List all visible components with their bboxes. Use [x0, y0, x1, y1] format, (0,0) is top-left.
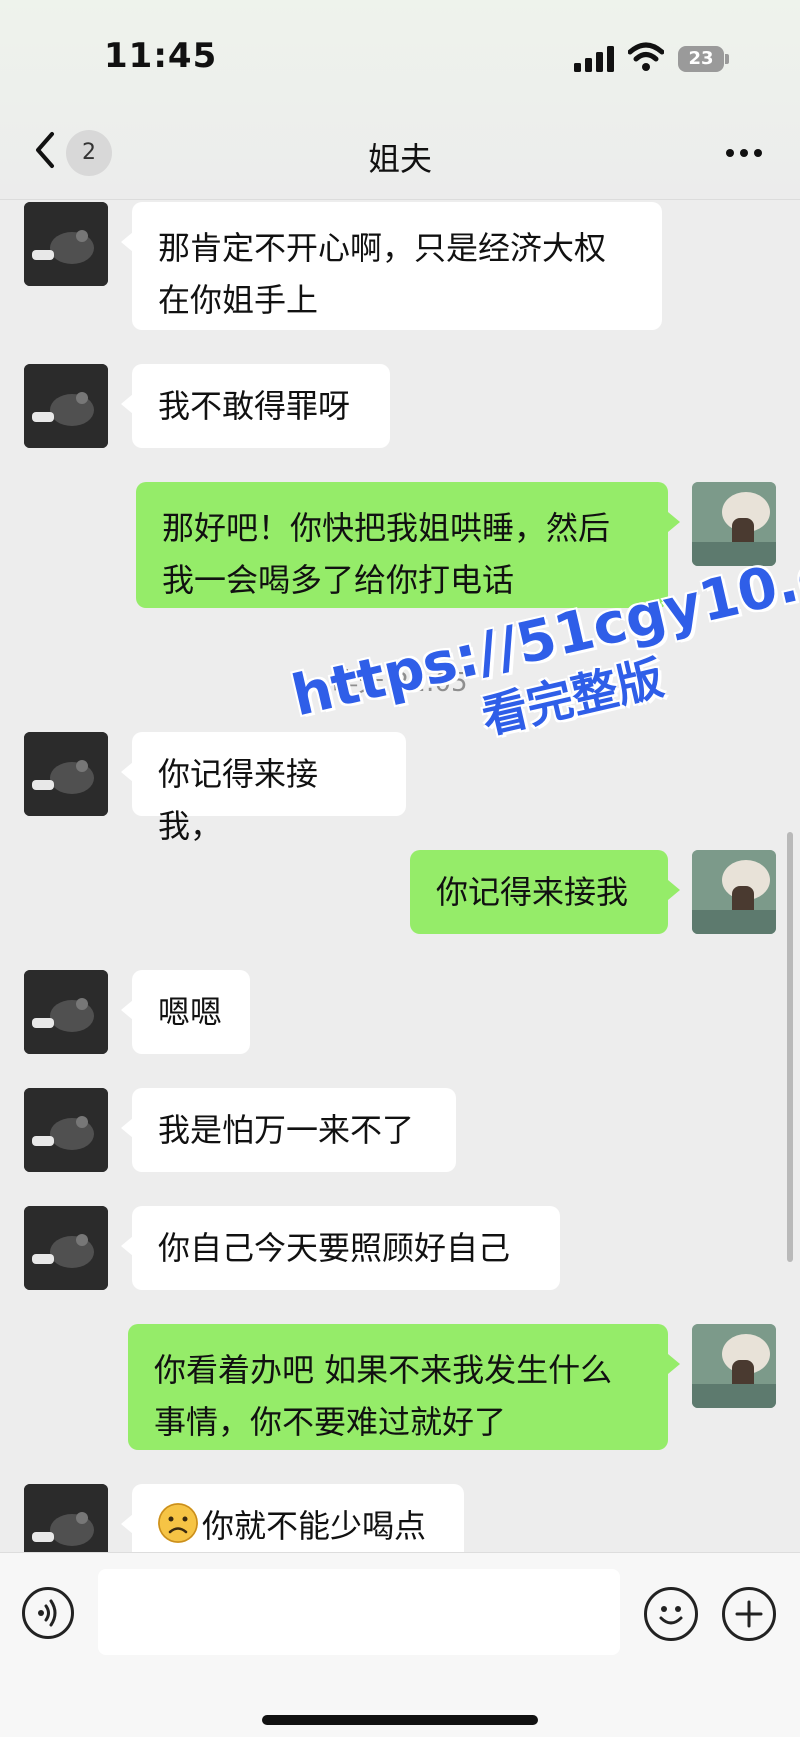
message-line: 你记得来接我，	[158, 755, 319, 845]
plus-icon[interactable]	[722, 1587, 776, 1641]
bubble-tail	[668, 512, 680, 532]
battery-icon: 23	[678, 46, 730, 72]
avatar[interactable]	[692, 1324, 776, 1408]
avatar[interactable]	[24, 732, 108, 816]
avatar[interactable]	[692, 482, 776, 566]
message-line: 那好吧！你快把我姐哄睡，然后	[162, 509, 611, 547]
avatar[interactable]	[24, 1088, 108, 1172]
message-input[interactable]	[98, 1569, 620, 1655]
wifi-icon	[628, 42, 664, 71]
message-bubble[interactable]: 你看着办吧 如果不来我发生什么 事情，你不要难过就好了	[128, 1324, 668, 1450]
header-divider	[0, 199, 800, 200]
battery-level: 23	[688, 48, 714, 69]
home-indicator[interactable]	[262, 1715, 538, 1725]
sad-face-icon	[158, 1503, 198, 1543]
message-line: 嗯嗯	[158, 993, 223, 1031]
chat-title: 姐夫	[367, 140, 432, 178]
message-bubble[interactable]: 嗯嗯	[132, 970, 250, 1054]
message-bubble[interactable]: 那肯定不开心啊，只是经济大权 在你姐手上	[132, 202, 662, 330]
input-bar	[0, 1552, 800, 1737]
avatar[interactable]	[24, 202, 108, 286]
message-line: 你记得来接我	[436, 873, 629, 911]
bubble-tail	[668, 1354, 680, 1374]
message-line: 你看着办吧 如果不来我发生什么	[154, 1351, 613, 1389]
message-line: 你自己今天要照顾好自己	[158, 1229, 511, 1267]
avatar[interactable]	[692, 850, 776, 934]
message-line: 我不敢得罪呀	[158, 387, 351, 425]
status-time: 11:45	[104, 36, 218, 76]
voice-icon[interactable]	[22, 1587, 74, 1639]
message-line: 在你姐手上	[158, 281, 319, 319]
scrollbar[interactable]	[787, 832, 793, 1262]
message-bubble[interactable]: 你自己今天要照顾好自己	[132, 1206, 560, 1290]
message-bubble[interactable]: 你记得来接我，	[132, 732, 406, 845]
signal-icon	[574, 46, 614, 72]
message-line: 我一会喝多了给你打电话	[162, 561, 515, 599]
avatar[interactable]	[24, 970, 108, 1054]
message-line: 你就不能少喝点	[202, 1507, 427, 1545]
message-bubble[interactable]: 我是怕万一来不了	[132, 1088, 456, 1172]
message-bubble[interactable]: 那好吧！你快把我姐哄睡，然后 我一会喝多了给你打电话	[136, 482, 668, 608]
message-bubble[interactable]: 你记得来接我	[410, 850, 668, 934]
avatar[interactable]	[24, 1206, 108, 1290]
message-line: 那肯定不开心啊，只是经济大权	[158, 229, 607, 267]
message-line: 事情，你不要难过就好了	[154, 1403, 507, 1441]
more-icon[interactable]	[722, 138, 766, 168]
avatar[interactable]	[24, 364, 108, 448]
emoji-icon[interactable]	[644, 1587, 698, 1641]
message-line: 我是怕万一来不了	[158, 1111, 415, 1149]
bubble-tail	[668, 880, 680, 900]
message-bubble[interactable]: 我不敢得罪呀	[132, 364, 390, 448]
timestamp: 昨天 22:05	[332, 668, 468, 698]
